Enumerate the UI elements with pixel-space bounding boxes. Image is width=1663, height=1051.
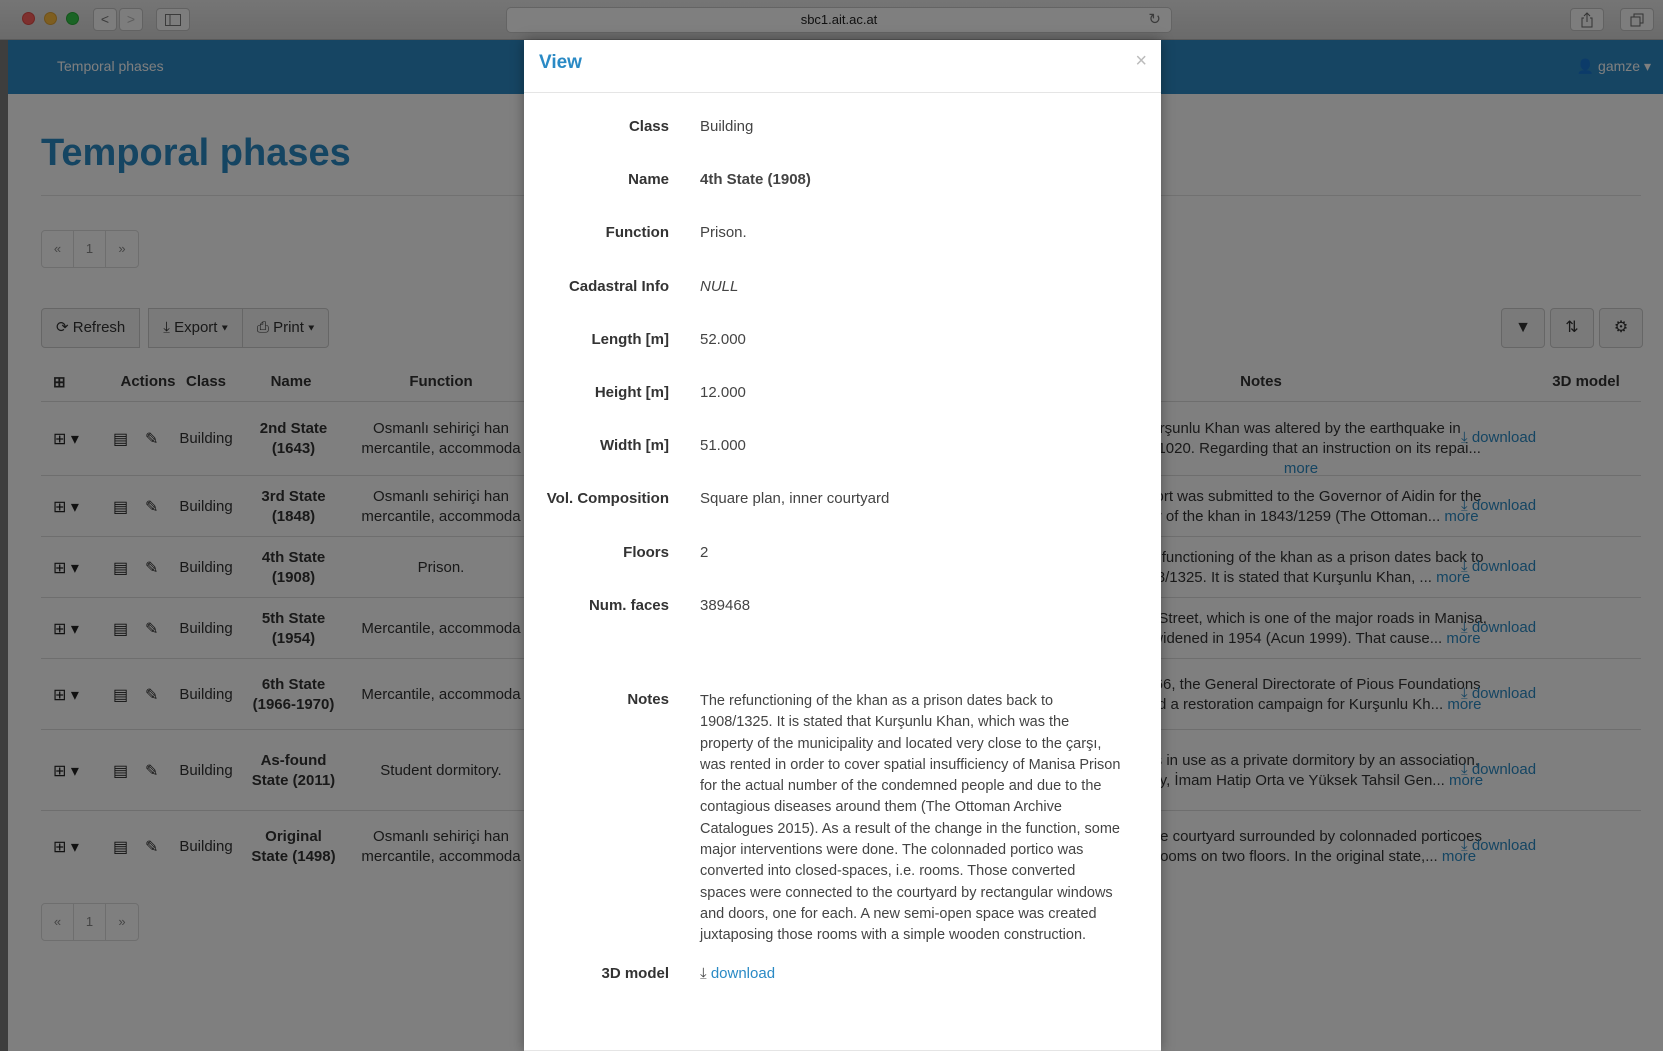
field-label: Floors: [623, 543, 669, 561]
field-label: Num. faces: [588, 596, 669, 614]
notes-line: contagious diseases around them (The Ott…: [700, 799, 1062, 816]
field-label: Notes: [627, 691, 669, 708]
modal-header: View ×: [524, 40, 1161, 93]
notes-line: Catalogues 2015). As a result of the cha…: [700, 820, 1120, 837]
field-label: Width [m]: [599, 437, 669, 455]
model-download-link[interactable]: ⤓ download: [700, 965, 775, 982]
download-icon: ⤓: [700, 965, 707, 982]
field-label: Vol. Composition: [546, 490, 669, 508]
field-value: Prison.: [700, 224, 747, 242]
notes-line: major interventions were done. The colon…: [700, 842, 1084, 859]
notes-line: The refunctioning of the khan as a priso…: [700, 693, 1054, 709]
notes-line: juxtaposing those rooms with a simple wo…: [700, 927, 1087, 944]
field-value: Square plan, inner courtyard: [700, 490, 890, 508]
screen: < > sbc1.ait.ac.at ↻ Temporal phases 👤 g…: [0, 0, 1663, 1051]
close-icon[interactable]: ×: [1135, 50, 1147, 73]
field-label: Height [m]: [594, 384, 669, 401]
field-label: 3D model: [601, 965, 669, 982]
view-modal: View × Class Building Name 4th State (1908)…: [524, 40, 1161, 1051]
notes-line: converted into closed-spaces, i.e. rooms…: [700, 863, 1076, 880]
notes-line: spaces were connected to the courtyard b…: [700, 884, 1113, 901]
field-label: Name: [628, 171, 669, 189]
field-value: 12.000: [700, 384, 746, 401]
field-label: Cadastral Info: [568, 277, 669, 295]
notes-line: and doors, one for each. A new semi-open…: [700, 905, 1097, 922]
notes-line: for the actual number of the condemned p…: [700, 778, 1102, 795]
notes-text: The refunctioning of the khan as a priso…: [700, 691, 1136, 947]
field-value: NULL: [700, 277, 739, 295]
field-value: 51.000: [700, 437, 746, 455]
field-value: 52.000: [700, 330, 746, 348]
field-value: Building: [700, 118, 754, 135]
notes-line: was rented in order to cover spatial ins…: [700, 756, 1121, 773]
field-value: 4th State (1908): [700, 171, 811, 189]
field-label: Function: [605, 224, 669, 242]
field-label: Length [m]: [591, 330, 669, 348]
field-value: 389468: [700, 596, 751, 614]
notes-line: 1908/1325. It is stated that Kurşunlu Kh…: [700, 714, 1070, 731]
modal-title: View: [539, 52, 582, 73]
notes-line: property of the municipality and located…: [700, 735, 1102, 752]
field-value: 2: [700, 543, 709, 561]
field-label: Class: [628, 118, 669, 135]
